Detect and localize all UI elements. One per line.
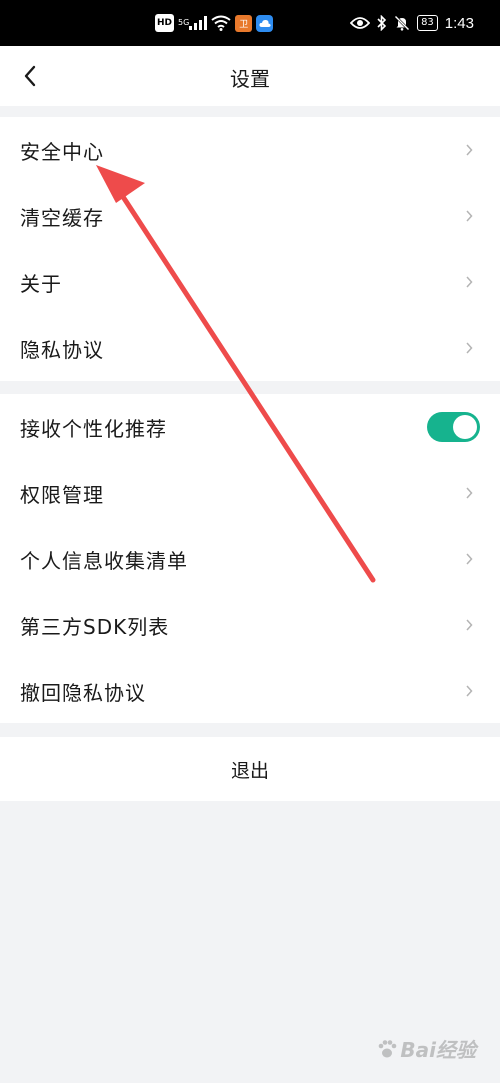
watermark-text: Bai经验: [400, 1038, 476, 1062]
row-label: 关于: [20, 271, 62, 296]
header: 设置: [0, 46, 500, 106]
chevron-left-icon: [24, 65, 36, 87]
app-notification-icon: 卫: [235, 14, 253, 32]
hd-icon: HD: [155, 14, 175, 32]
row-label: 清空缓存: [20, 205, 104, 230]
logout-button[interactable]: 退出: [0, 737, 500, 801]
settings-group-general: 安全中心 清空缓存 关于 隐私协议: [0, 117, 500, 381]
row-label: 撤回隐私协议: [20, 680, 146, 705]
row-label: 接收个性化推荐: [20, 416, 167, 441]
settings-row-about[interactable]: 关于: [0, 249, 500, 315]
status-bar: HD 5G 卫 83 1:43: [0, 0, 500, 46]
signal-icon: 5G: [178, 14, 208, 32]
chevron-right-icon: [462, 486, 476, 500]
status-time: 1:43: [444, 14, 474, 32]
paw-logo-icon: [379, 1039, 397, 1057]
row-label: 第三方SDK列表: [20, 614, 170, 639]
chevron-right-icon: [462, 341, 476, 355]
row-label: 安全中心: [20, 139, 104, 164]
chevron-right-icon: [462, 143, 476, 157]
settings-row-personal-info-list[interactable]: 个人信息收集清单: [0, 526, 500, 592]
chevron-right-icon: [462, 552, 476, 566]
settings-row-security-center[interactable]: 安全中心: [0, 117, 500, 183]
eye-icon: [350, 14, 371, 32]
wifi-icon: [211, 14, 231, 32]
network-type: 5G: [178, 18, 190, 27]
bluetooth-icon: [377, 14, 387, 32]
row-label: 隐私协议: [20, 337, 104, 362]
page-title: 设置: [230, 67, 270, 91]
settings-row-revoke-privacy[interactable]: 撤回隐私协议: [0, 658, 500, 724]
status-left: HD 5G 卫: [155, 14, 274, 32]
mute-bell-icon: [394, 14, 410, 32]
chevron-right-icon: [462, 275, 476, 289]
battery-indicator: 83: [417, 15, 438, 31]
row-label: 权限管理: [20, 482, 104, 507]
logout-label: 退出: [230, 759, 269, 782]
chevron-right-icon: [462, 209, 476, 223]
settings-row-third-party-sdk[interactable]: 第三方SDK列表: [0, 592, 500, 658]
chevron-right-icon: [462, 618, 476, 632]
row-label: 个人信息收集清单: [20, 548, 188, 573]
cloud-icon: [256, 14, 274, 32]
chevron-right-icon: [462, 684, 476, 698]
settings-row-personalized-recommendation: 接收个性化推荐: [0, 394, 500, 460]
status-right: 83 1:43: [350, 14, 474, 32]
settings-row-permission-management[interactable]: 权限管理: [0, 460, 500, 526]
personalized-recommendation-toggle[interactable]: [427, 412, 480, 442]
toggle-knob: [453, 415, 477, 439]
settings-row-clear-cache[interactable]: 清空缓存: [0, 183, 500, 249]
logout-section: 退出: [0, 737, 500, 801]
settings-row-privacy-policy[interactable]: 隐私协议: [0, 315, 500, 381]
settings-group-privacy: 接收个性化推荐 权限管理 个人信息收集清单 第三方SDK列表 撤回隐私协议: [0, 394, 500, 723]
watermark: Bai经验: [376, 1034, 476, 1063]
back-button[interactable]: [14, 60, 46, 92]
